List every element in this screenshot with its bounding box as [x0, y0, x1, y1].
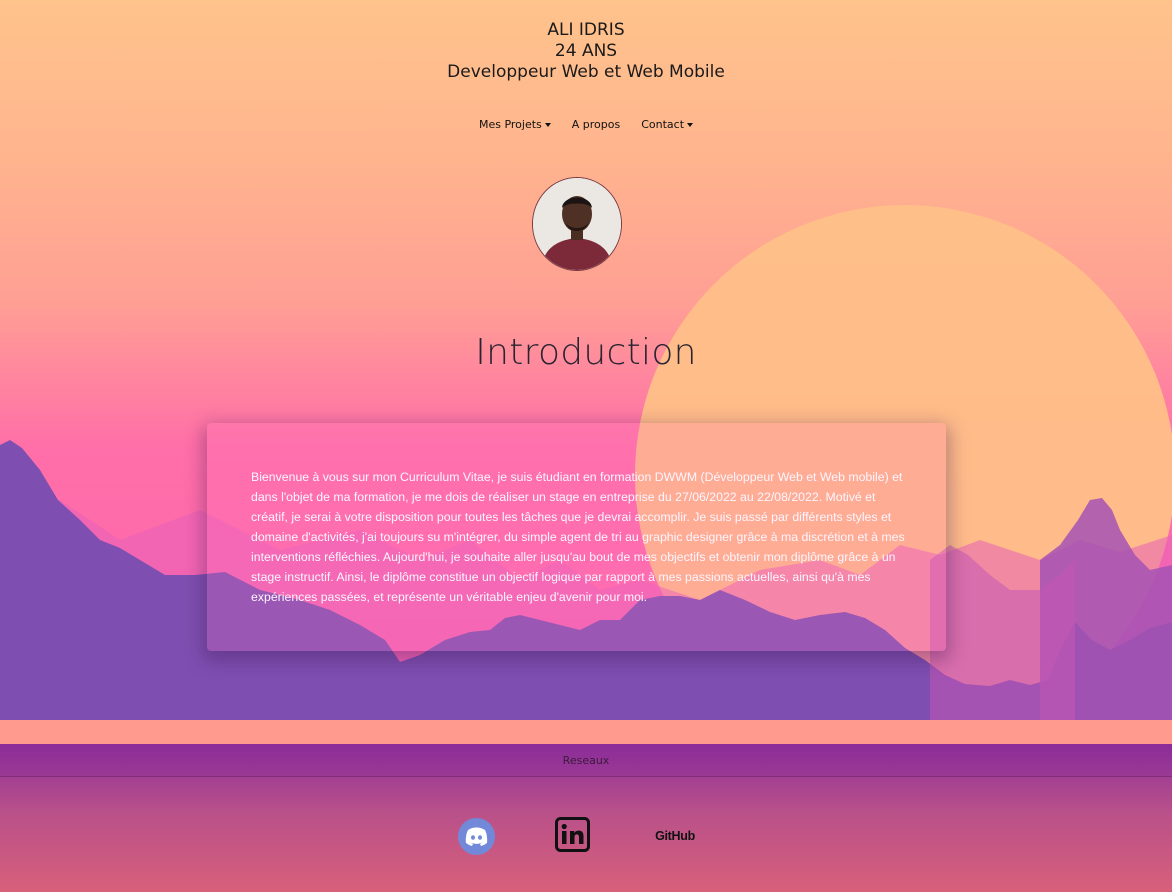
nav-about-link[interactable]: A propos: [572, 118, 620, 131]
nav-projects-dropdown[interactable]: Mes Projets: [479, 118, 551, 131]
github-icon: GitHub: [655, 829, 695, 843]
author-name: ALI IDRIS: [547, 20, 625, 40]
discord-link[interactable]: [458, 818, 495, 855]
footer-title: Reseaux: [562, 753, 610, 767]
intro-card: Bienvenue à vous sur mon Curriculum Vita…: [207, 423, 946, 651]
nav-about-label: A propos: [571, 118, 621, 131]
divider-band: [0, 720, 1172, 744]
header: ALI IDRIS 24 ANS Developpeur Web et Web …: [0, 20, 1172, 83]
linkedin-link[interactable]: [555, 817, 590, 852]
footer-title-bar: Reseaux: [0, 744, 1172, 777]
caret-down-icon: [687, 123, 694, 127]
nav-contact-label: Contact: [641, 118, 685, 131]
intro-title: Introduction: [475, 332, 697, 373]
github-link[interactable]: GitHub: [650, 827, 700, 845]
author-age: 24 ANS: [554, 41, 618, 61]
avatar: [532, 177, 622, 271]
discord-icon: [458, 818, 495, 855]
nav-contact-dropdown[interactable]: Contact: [641, 118, 694, 131]
linkedin-icon: [555, 817, 590, 852]
nav-projects-label: Mes Projets: [478, 118, 542, 131]
main-nav: Mes Projets A propos Contact: [0, 118, 1172, 131]
caret-down-icon: [544, 123, 551, 127]
profile-photo: [533, 178, 621, 270]
author-role: Developpeur Web et Web Mobile: [447, 62, 725, 82]
hero-section: ALI IDRIS 24 ANS Developpeur Web et Web …: [0, 0, 1172, 720]
intro-text: Bienvenue à vous sur mon Curriculum Vita…: [251, 470, 905, 604]
